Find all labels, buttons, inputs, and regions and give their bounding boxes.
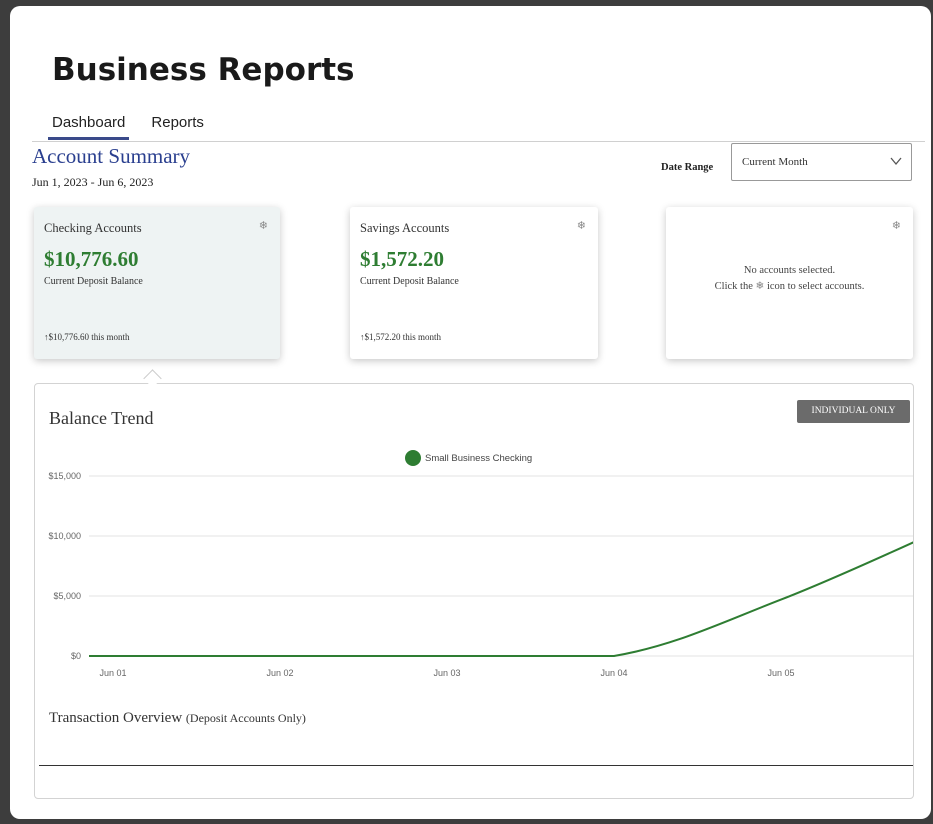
tabs-divider [32,141,925,142]
gear-icon[interactable]: ❄ [577,219,586,232]
transaction-overview-title: Transaction Overview (Deposit Accounts O… [49,710,306,727]
app-window: Business Reports Dashboard Reports Accou… [10,6,931,819]
y-tick-label: $10,000 [48,531,81,541]
series-line[interactable] [89,527,913,657]
savings-balance: $1,572.20 [360,247,444,271]
transaction-overview-heading: Transaction Overview [49,710,183,726]
card-title: Checking Accounts [44,221,142,235]
tab-bar: Dashboard Reports [47,114,206,144]
tab-dashboard[interactable]: Dashboard [47,114,130,144]
x-tick-label: Jun 04 [600,668,627,678]
monthly-change: ↑$1,572.20 this month [360,332,442,342]
empty-message: No accounts selected. Click the ❄ icon t… [666,263,913,295]
empty-message-line2: Click the ❄ icon to select accounts. [666,279,913,295]
x-tick-label: Jun 02 [266,668,293,678]
empty-accounts-card[interactable]: ❄ No accounts selected. Click the ❄ icon… [666,207,913,359]
transaction-overview-subtitle: (Deposit Accounts Only) [185,711,306,725]
balance-trend-panel: Balance Trend INDIVIDUAL ONLY Small Busi… [34,383,914,799]
chevron-down-icon [890,157,902,166]
gear-icon[interactable]: ❄ [259,219,268,232]
balance-label: Current Deposit Balance [44,276,143,287]
gear-icon: ❄ [755,281,765,292]
checking-balance: $10,776.60 [44,247,139,271]
x-tick-label: Jun 05 [767,668,794,678]
monthly-change: ↑$10,776.60 this month [44,332,130,342]
date-range-value: Current Month [742,156,808,168]
y-tick-label: $5,000 [53,591,81,601]
balance-trend-title: Balance Trend [49,408,154,428]
gear-icon[interactable]: ❄ [892,219,901,232]
date-range-text: Jun 1, 2023 - Jun 6, 2023 [32,175,154,189]
x-tick-label: Jun 03 [433,668,460,678]
page-title: Business Reports [52,52,355,88]
transaction-overview-divider [39,765,913,766]
empty-message-suffix: icon to select accounts. [766,281,865,292]
savings-accounts-card[interactable]: Savings Accounts ❄ $1,572.20 Current Dep… [350,207,598,359]
individual-only-badge[interactable]: INDIVIDUAL ONLY [797,400,910,423]
y-tick-label: $15,000 [48,471,81,481]
card-title: Savings Accounts [360,221,450,235]
tab-reports[interactable]: Reports [149,114,206,144]
empty-message-prefix: Click the [714,281,753,292]
date-range-select[interactable]: Current Month [731,143,912,181]
date-range-label: Date Range [661,162,714,173]
x-tick-label: Jun 01 [99,668,126,678]
y-tick-label: $0 [71,651,81,661]
checking-accounts-card[interactable]: Checking Accounts ❄ $10,776.60 Current D… [34,207,280,359]
empty-message-line1: No accounts selected. [743,265,836,276]
balance-label: Current Deposit Balance [360,276,459,287]
account-summary-title: Account Summary [32,144,191,168]
balance-trend-chart: $0 $5,000 $10,000 $15,000 Jun 01 Jun 02 Jun 03… [48,471,913,678]
